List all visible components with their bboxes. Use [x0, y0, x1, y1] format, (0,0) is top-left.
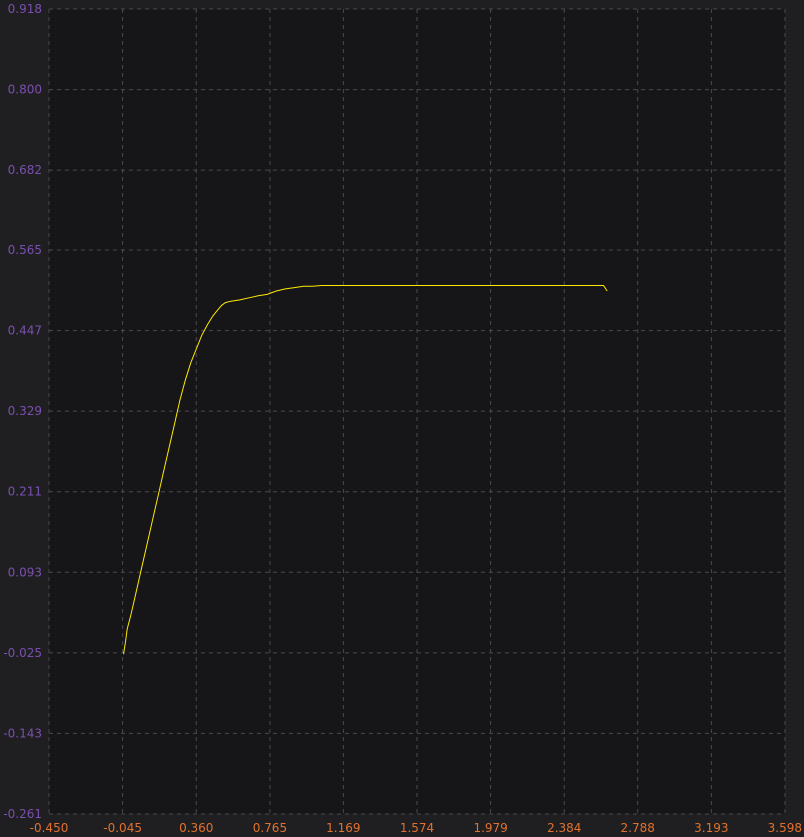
chart: 0.918 0.800 0.682 0.565 0.447 0.329 0.211 0.093… [3, 2, 802, 835]
x-tick-label: -0.450 [30, 821, 69, 835]
y-tick-label: 0.093 [8, 565, 42, 579]
x-tick-label: 0.765 [253, 821, 287, 835]
x-tick-label: 2.384 [547, 821, 581, 835]
y-tick-label: -0.025 [3, 646, 42, 660]
x-tick-label: -0.045 [103, 821, 142, 835]
y-tick-label: 0.565 [8, 243, 42, 257]
x-tick-label: 1.979 [473, 821, 507, 835]
x-tick-label: 1.574 [400, 821, 434, 835]
y-tick-label: 0.800 [8, 83, 42, 97]
x-tick-label: 2.788 [621, 821, 655, 835]
x-tick-label: 3.193 [694, 821, 728, 835]
y-tick-label: 0.682 [8, 163, 42, 177]
y-tick-label: 0.329 [8, 404, 42, 418]
y-tick-label: 0.918 [8, 2, 42, 16]
y-tick-label: 0.447 [8, 324, 42, 338]
y-tick-label: -0.143 [3, 726, 42, 740]
y-tick-label: 0.211 [8, 485, 42, 499]
y-tick-label: -0.261 [3, 807, 42, 821]
x-tick-label: 0.360 [179, 821, 213, 835]
x-axis-ticks: -0.450 -0.045 0.360 0.765 1.169 1.574 1.979 2.3… [30, 821, 802, 835]
y-axis-ticks: 0.918 0.800 0.682 0.565 0.447 0.329 0.211 0.093… [3, 2, 42, 821]
x-tick-label: 1.169 [326, 821, 360, 835]
x-tick-label: 3.598 [768, 821, 802, 835]
